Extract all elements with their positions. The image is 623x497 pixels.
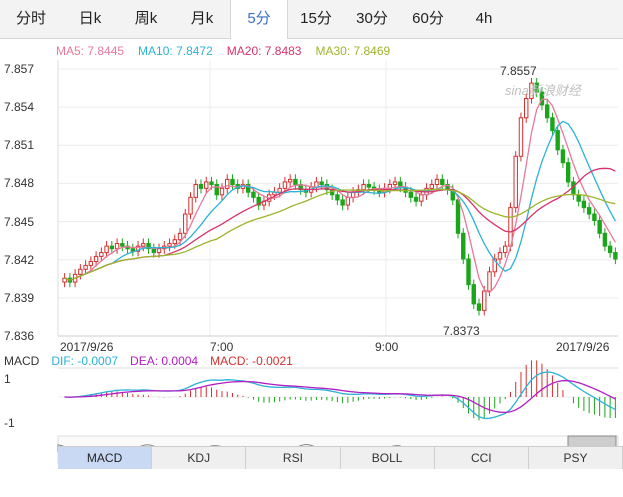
candle-body — [455, 199, 461, 234]
candle-body — [335, 194, 340, 201]
candle-body — [319, 181, 324, 186]
candle-body — [78, 268, 83, 275]
candle-body — [93, 255, 99, 263]
candle-body — [219, 187, 225, 196]
macd-title: MACD — [4, 354, 40, 368]
candle-body — [204, 181, 209, 189]
macd-y-tick-top: 1 — [4, 372, 11, 386]
candle-body — [151, 248, 156, 254]
candle-body — [602, 232, 608, 247]
candle-body — [188, 196, 193, 215]
candle-body — [109, 245, 115, 250]
candle-body — [503, 245, 508, 254]
dif-line — [64, 371, 616, 420]
candle-body — [597, 219, 602, 234]
candle-body — [607, 245, 613, 254]
candle-body — [613, 252, 618, 260]
candle-body — [225, 178, 230, 189]
candle-body — [471, 284, 476, 305]
candle-body — [230, 178, 235, 186]
sina-watermark-logo: sina新浪财经 — [505, 83, 581, 98]
macd-value-label: MACD: -0.0021 — [210, 354, 293, 368]
candle-body — [586, 207, 592, 215]
low-price-label: 7.8373 — [443, 324, 480, 338]
indicator-tab-psy[interactable]: PSY — [529, 447, 623, 469]
candle-body — [366, 184, 372, 188]
indicator-tab-rsi[interactable]: RSI — [246, 447, 341, 469]
candle-body — [214, 184, 219, 196]
candle-body — [419, 194, 424, 202]
candle-body — [83, 264, 88, 270]
macd-y-tick-bottom: -1 — [4, 416, 15, 430]
indicator-tab-kdj[interactable]: KDJ — [152, 447, 247, 469]
candle-body — [524, 98, 529, 119]
candle-body — [193, 184, 198, 198]
ma20-line — [64, 167, 616, 281]
candle-body — [198, 184, 204, 189]
macd-legend: MACD DIF: -0.0007 DEA: 0.0004 MACD: -0.0… — [4, 354, 293, 368]
candle-body — [560, 149, 566, 164]
candle-body — [576, 194, 581, 202]
candle-body — [429, 184, 434, 189]
candle-body — [251, 191, 256, 198]
candle-body — [461, 232, 466, 260]
candle-body — [277, 187, 282, 193]
dea-label: DEA: 0.0004 — [130, 354, 199, 368]
candle-body — [497, 252, 503, 260]
candle-body — [581, 200, 587, 209]
candle-body — [141, 243, 146, 247]
indicator-tab-cci[interactable]: CCI — [435, 447, 529, 469]
candle-body — [120, 243, 125, 247]
candle-body — [440, 178, 445, 186]
candle-body — [408, 191, 414, 198]
indicator-tabs: MACD KDJ RSI BOLL CCI PSY — [58, 446, 623, 469]
ma30-line — [64, 188, 616, 281]
indicator-tab-macd[interactable]: MACD — [58, 447, 153, 469]
candle-body — [361, 184, 366, 191]
candle-body — [482, 290, 487, 311]
candle-body — [434, 178, 440, 186]
candle-body — [518, 117, 524, 157]
candle-body — [293, 178, 298, 186]
candle-body — [544, 104, 550, 119]
high-price-label: 7.8557 — [500, 64, 537, 78]
candle-body — [183, 213, 188, 234]
candle-body — [104, 245, 109, 254]
candle-body — [413, 196, 419, 202]
candle-body — [156, 248, 162, 254]
candle-body — [209, 181, 214, 186]
candle-body — [476, 303, 482, 311]
candle-body — [392, 181, 398, 186]
candle-body — [592, 213, 597, 221]
indicator-tab-boll[interactable]: BOLL — [341, 447, 435, 469]
candle-body — [345, 196, 351, 206]
candle-body — [172, 239, 177, 245]
candle-body — [177, 232, 183, 241]
dif-label: DIF: -0.0007 — [51, 354, 119, 368]
candle-body — [282, 181, 288, 189]
candle-body — [513, 155, 518, 209]
candle-body — [99, 252, 104, 257]
candle-body — [487, 271, 492, 292]
candle-body — [340, 199, 345, 206]
candle-body — [167, 243, 172, 247]
candle-body — [565, 162, 571, 183]
candle-body — [466, 258, 471, 286]
candle-body — [88, 261, 94, 266]
candle-body — [550, 117, 555, 132]
candle-body — [555, 130, 560, 151]
candle-body — [114, 243, 120, 250]
candle-body — [287, 178, 293, 183]
